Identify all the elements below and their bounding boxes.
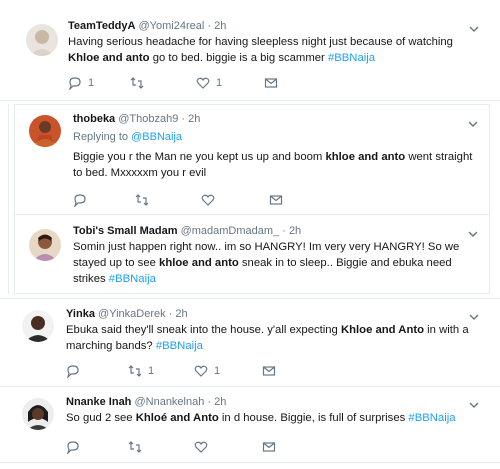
tweet-text-part: Biggie you r the Man ne you kept us up a… <box>73 151 326 163</box>
feed-divider <box>0 298 500 299</box>
tweet-text: Biggie you r the Man ne you kept us up a… <box>73 149 483 181</box>
retweet-button[interactable] <box>135 193 155 207</box>
chevron-down-icon[interactable] <box>468 22 480 34</box>
reply-button[interactable] <box>73 193 93 207</box>
retweet-button[interactable]: 1 <box>128 364 154 378</box>
retweet-icon <box>135 194 149 206</box>
tweet-text: Ebuka said they'll sneak into the house.… <box>66 322 476 354</box>
reply-button[interactable] <box>66 364 86 378</box>
direct-message-button[interactable] <box>264 76 278 90</box>
like-count: 1 <box>216 77 223 89</box>
avatar[interactable] <box>29 229 61 261</box>
retweet-icon <box>128 365 142 377</box>
tweet-text-highlight: Khloe and Anto <box>340 324 425 336</box>
envelope-icon <box>262 366 276 376</box>
like-button[interactable] <box>201 193 221 207</box>
envelope-icon <box>269 195 283 205</box>
tweet[interactable]: Nnanke Inah @Nnankelnah · 2h So gud 2 se… <box>8 388 484 462</box>
hashtag-link[interactable]: #BBNaija <box>328 52 375 64</box>
tweet-text-part: in d house. Biggie, is full of surprises <box>218 412 409 424</box>
replying-to-label: Replying to <box>73 131 129 143</box>
user-handle[interactable]: @YinkaDerek <box>98 308 166 320</box>
direct-message-button[interactable] <box>262 364 276 378</box>
heart-icon <box>196 77 210 89</box>
feed-divider <box>0 100 500 101</box>
timestamp[interactable]: · 2h <box>207 20 226 32</box>
heart-icon <box>201 194 215 206</box>
direct-message-button[interactable] <box>269 193 283 207</box>
chevron-down-icon[interactable] <box>467 227 479 239</box>
tweet-text: Having serious headache for having sleep… <box>68 34 478 66</box>
like-button[interactable] <box>194 440 214 454</box>
retweet-icon <box>130 77 144 89</box>
display-name[interactable]: TeamTeddyA <box>68 20 135 32</box>
display-name[interactable]: Tobi's Small Madam <box>73 225 178 237</box>
replying-to: Replying to @BBNaija <box>73 131 182 143</box>
mention-link[interactable]: @BBNaija <box>131 131 182 143</box>
display-name[interactable]: Yinka <box>66 308 95 320</box>
tweet-header: Nnanke Inah @Nnankelnah · 2h <box>66 396 226 408</box>
hashtag-link[interactable]: #BBNaija <box>109 273 156 285</box>
tweet-text-highlight: Khloé and Anto <box>135 412 219 424</box>
feed-divider <box>0 386 500 387</box>
reply-icon <box>74 194 86 207</box>
heart-icon <box>194 441 208 453</box>
retweet-count: 1 <box>148 365 155 377</box>
chevron-down-icon[interactable] <box>467 117 479 129</box>
tweet-text-part: Ebuka said they'll sneak into the house.… <box>66 324 341 336</box>
chevron-down-icon[interactable] <box>468 398 480 410</box>
user-handle[interactable]: @Yomi24real <box>139 20 205 32</box>
envelope-icon <box>264 78 278 88</box>
retweet-icon <box>128 441 142 453</box>
tweet-text-part: Having serious headache for having sleep… <box>68 36 453 48</box>
like-button[interactable]: 1 <box>196 76 222 90</box>
reply-button[interactable] <box>66 440 86 454</box>
user-handle[interactable]: @Thobzah9 <box>118 113 178 125</box>
tweet-header: Tobi's Small Madam @madamDmadam_ · 2h <box>73 225 301 237</box>
chevron-down-icon[interactable] <box>468 310 480 322</box>
tweet-text-highlight: Khloe and anto <box>68 52 150 64</box>
tweet[interactable]: Yinka @YinkaDerek · 2h Ebuka said they'l… <box>8 302 484 386</box>
timestamp[interactable]: · 2h <box>169 308 188 320</box>
display-name[interactable]: Nnanke Inah <box>66 396 131 408</box>
reply-count: 1 <box>88 77 95 89</box>
user-handle[interactable]: @madamDmadam_ <box>181 225 280 237</box>
tweet-feed: TeamTeddyA @Yomi24real · 2h Having serio… <box>0 0 500 469</box>
tweet-text: So gud 2 see Khloé and Anto in d house. … <box>66 410 476 426</box>
avatar[interactable] <box>22 310 54 342</box>
avatar[interactable] <box>29 115 61 147</box>
avatar[interactable] <box>26 24 58 56</box>
direct-message-button[interactable] <box>262 440 276 454</box>
timestamp[interactable]: · 2h <box>282 225 301 237</box>
reply-icon <box>69 77 81 90</box>
avatar[interactable] <box>22 398 54 430</box>
reply-icon <box>67 365 79 378</box>
reply-button[interactable]: 1 <box>68 76 94 90</box>
tweet-text: Somin just happen right now.. im so HANG… <box>73 239 483 287</box>
tweet-header: TeamTeddyA @Yomi24real · 2h <box>68 20 226 32</box>
heart-icon <box>194 365 208 377</box>
user-handle[interactable]: @Nnankelnah <box>134 396 204 408</box>
timestamp[interactable]: · 2h <box>207 396 226 408</box>
tweet-text-part: go to bed. biggie is a big scammer <box>149 52 328 64</box>
retweet-button[interactable] <box>130 76 150 90</box>
tweet-header: thobeka @Thobzah9 · 2h <box>73 113 200 125</box>
envelope-icon <box>262 442 276 452</box>
reply-icon <box>67 441 79 454</box>
tweet-header: Yinka @YinkaDerek · 2h <box>66 308 188 320</box>
like-count: 1 <box>214 365 221 377</box>
tweet-text-highlight: khloe and anto <box>159 257 239 269</box>
feed-divider <box>0 462 500 463</box>
timestamp[interactable]: · 2h <box>181 113 200 125</box>
tweet[interactable]: Tobi's Small Madam @madamDmadam_ · 2h So… <box>14 214 490 294</box>
tweet-text-highlight: khloe and anto <box>325 151 406 163</box>
retweet-button[interactable] <box>128 440 148 454</box>
tweet-text-part: So gud 2 see <box>66 412 136 424</box>
hashtag-link[interactable]: #BBNaija <box>156 340 203 352</box>
hashtag-link[interactable]: #BBNaija <box>408 412 455 424</box>
tweet[interactable]: thobeka @Thobzah9 · 2h Replying to @BBNa… <box>14 104 490 214</box>
tweet[interactable]: TeamTeddyA @Yomi24real · 2h Having serio… <box>8 6 484 98</box>
like-button[interactable]: 1 <box>194 364 220 378</box>
display-name[interactable]: thobeka <box>73 113 115 125</box>
